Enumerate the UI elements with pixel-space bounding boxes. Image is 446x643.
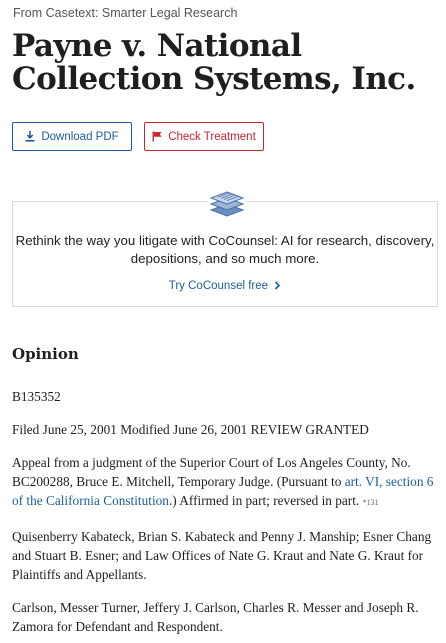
page-marker: *131 [362, 498, 379, 507]
defendant-counsel: Carlson, Messer Turner, Jeffery J. Carls… [12, 600, 419, 634]
check-treatment-label: Check Treatment [168, 130, 256, 143]
opinion-heading: Opinion [12, 345, 79, 363]
plaintiffs-counsel: Quisenberry Kabateck, Brian S. Kabateck … [12, 529, 432, 582]
appeal-text-end: .) Affirmed in part; reversed in part. [168, 493, 363, 508]
stacked-layers-icon [208, 187, 246, 219]
check-treatment-button[interactable]: Check Treatment [144, 122, 264, 151]
appeal-paragraph: Appeal from a judgment of the Superior C… [12, 453, 440, 512]
source-label: From Casetext: Smarter Legal Research [13, 6, 238, 20]
promo-text: Rethink the way you litigate with CoCoun… [15, 233, 435, 266]
try-cocounsel-label: Try CoCounsel free [168, 280, 269, 292]
case-page: From Casetext: Smarter Legal Research Pa… [0, 0, 446, 643]
cocounsel-promo-banner: Rethink the way you litigate with CoCoun… [12, 187, 438, 307]
case-title: Payne v. National Collection Systems, In… [12, 28, 416, 97]
download-pdf-label: Download PDF [41, 130, 119, 143]
download-icon [25, 131, 35, 142]
docket-number: B135352 [12, 389, 61, 404]
filing-info: Filed June 25, 2001 Modified June 26, 20… [12, 422, 369, 437]
chevron-right-icon [271, 280, 281, 292]
download-pdf-button[interactable]: Download PDF [12, 122, 132, 151]
flag-icon [152, 131, 162, 142]
try-cocounsel-link[interactable]: Try CoCounsel free [13, 280, 437, 292]
